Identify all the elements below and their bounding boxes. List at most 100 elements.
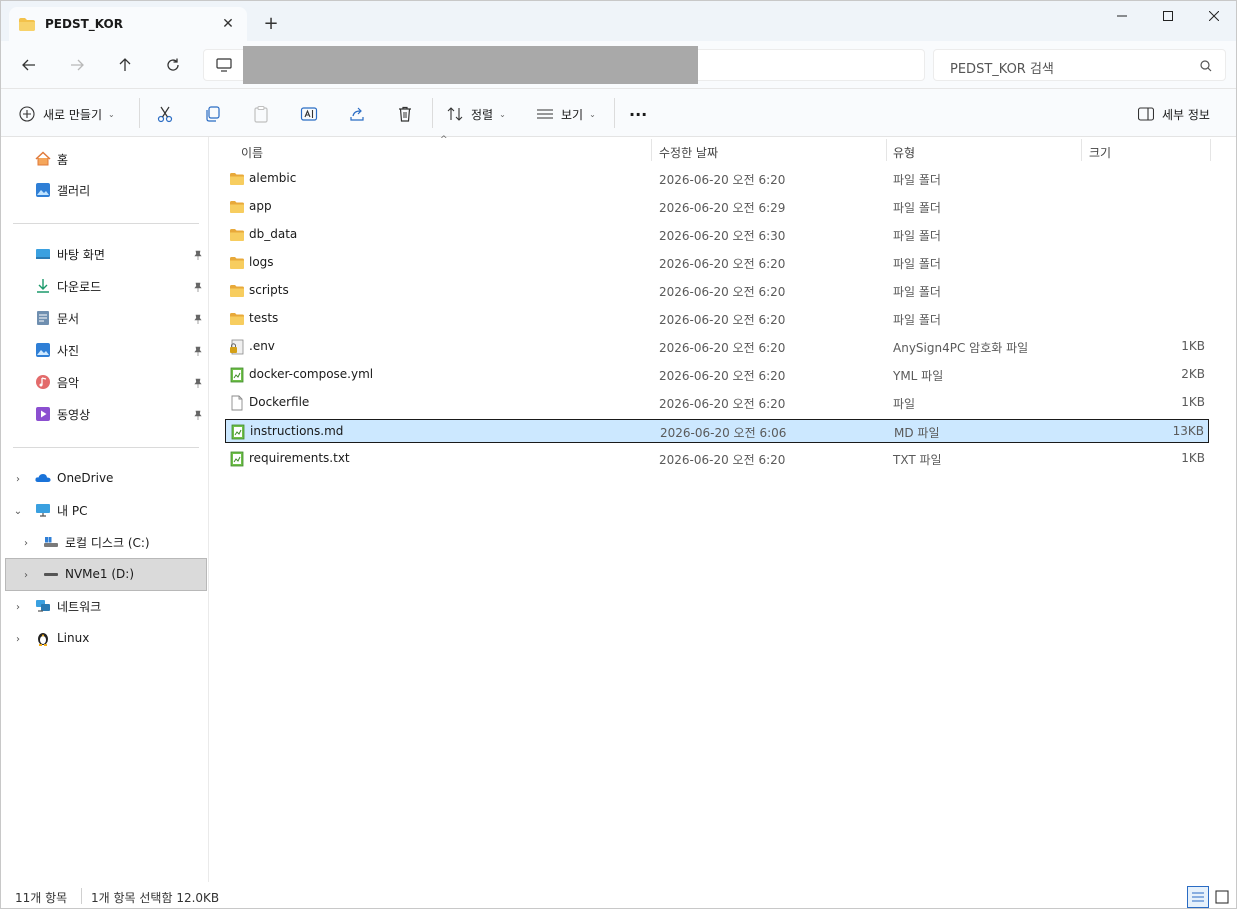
chevron-down-icon: ⌄: [589, 109, 596, 119]
view-button[interactable]: 보기 ⌄: [537, 101, 596, 127]
chevron-right-icon[interactable]: ›: [21, 538, 31, 549]
sidebar-item-network[interactable]: 네트워크: [35, 592, 101, 620]
column-header-type[interactable]: 유형: [893, 141, 915, 163]
chevron-right-icon[interactable]: ›: [21, 570, 31, 581]
chevron-right-icon[interactable]: ›: [13, 602, 23, 613]
file-name: logs: [249, 255, 274, 269]
sidebar-item-gallery[interactable]: 갤러리: [35, 176, 90, 204]
file-type: AnySign4PC 암호화 파일: [893, 341, 1029, 355]
pin-icon[interactable]: [193, 378, 203, 388]
sidebar-item-home[interactable]: 홈: [35, 145, 68, 173]
file-size: 2KB: [1181, 367, 1205, 381]
download-icon: [35, 278, 51, 294]
redacted-path: [243, 46, 698, 84]
chevron-down-icon[interactable]: ⌄: [13, 506, 23, 517]
sidebar-item-onedrive[interactable]: OneDrive: [35, 464, 113, 492]
tiles-view-button[interactable]: [1211, 886, 1233, 908]
pin-icon[interactable]: [193, 282, 203, 292]
file-row[interactable]: app 2026-06-20 오전 6:29 파일 폴더: [225, 195, 1209, 219]
file-date: 2026-06-20 오전 6:29: [659, 201, 786, 215]
sidebar-item-pictures[interactable]: 사진: [35, 336, 79, 364]
lock-file-icon: [229, 339, 245, 355]
address-field[interactable]: [203, 46, 925, 84]
status-bar: 11개 항목 1개 항목 선택함 12.0KB: [1, 882, 1236, 908]
refresh-button[interactable]: [157, 51, 189, 79]
file-row[interactable]: requirements.txt 2026-06-20 오전 6:20 TXT 파일…: [225, 447, 1209, 471]
file-name: alembic: [249, 171, 297, 185]
new-button[interactable]: 새로 만들기 ⌄: [19, 101, 115, 127]
copy-button[interactable]: [204, 101, 222, 127]
tab-title: PEDST_KOR: [45, 17, 123, 31]
sidebar-item-linux[interactable]: Linux: [35, 624, 89, 652]
chevron-right-icon[interactable]: ›: [13, 634, 23, 645]
file-date: 2026-06-20 오전 6:20: [659, 173, 786, 187]
close-button[interactable]: [1191, 1, 1237, 31]
column-divider[interactable]: [1210, 139, 1211, 161]
monitor-icon: [216, 58, 232, 72]
file-size: 13KB: [1172, 424, 1204, 438]
rename-button[interactable]: [300, 101, 318, 127]
maximize-button[interactable]: [1145, 1, 1191, 31]
file-date: 2026-06-20 오전 6:20: [659, 341, 786, 355]
file-row[interactable]: Dockerfile 2026-06-20 오전 6:20 파일 1KB: [225, 391, 1209, 415]
folder-icon: [229, 227, 245, 243]
pin-icon[interactable]: [193, 346, 203, 356]
file-name: requirements.txt: [249, 451, 350, 465]
column-header-name[interactable]: 이름: [241, 141, 263, 163]
details-pane-icon: [1138, 107, 1154, 121]
sidebar-divider: [13, 223, 199, 224]
column-divider[interactable]: [886, 139, 887, 161]
pin-icon[interactable]: [193, 314, 203, 324]
file-row[interactable]: alembic 2026-06-20 오전 6:20 파일 폴더: [225, 167, 1209, 191]
pin-icon[interactable]: [193, 410, 203, 420]
sidebar-item-downloads[interactable]: 다운로드: [35, 272, 101, 300]
arrow-up-icon: [119, 58, 131, 71]
file-row[interactable]: logs 2026-06-20 오전 6:20 파일 폴더: [225, 251, 1209, 275]
cut-button[interactable]: [156, 101, 174, 127]
pin-icon[interactable]: [193, 250, 203, 260]
sort-label: 정렬: [471, 107, 494, 122]
file-row[interactable]: .env 2026-06-20 오전 6:20 AnySign4PC 암호화 파일 1…: [225, 335, 1209, 359]
sidebar-item-music[interactable]: 음악: [35, 368, 79, 396]
file-name: app: [249, 199, 272, 213]
file-row[interactable]: docker-compose.yml 2026-06-20 오전 6:20 YML …: [225, 363, 1209, 387]
delete-button[interactable]: [396, 101, 414, 127]
search-input[interactable]: PEDST_KOR 검색: [933, 49, 1226, 81]
share-button[interactable]: [348, 101, 366, 127]
paste-button[interactable]: [252, 101, 270, 127]
sidebar-item-videos[interactable]: 동영상: [35, 400, 90, 428]
sidebar-item-desktop[interactable]: 바탕 화면: [35, 240, 105, 268]
tiles-view-icon: [1215, 890, 1229, 904]
file-row[interactable]: db_data 2026-06-20 오전 6:30 파일 폴더: [225, 223, 1209, 247]
file-name: instructions.md: [250, 424, 344, 438]
column-divider[interactable]: [651, 139, 652, 161]
details-view-button[interactable]: [1187, 886, 1209, 908]
sidebar-item-drive-c[interactable]: 로컬 디스크 (C:): [43, 528, 150, 556]
chevron-right-icon[interactable]: ›: [13, 474, 23, 485]
new-tab-button[interactable]: +: [259, 11, 283, 35]
sidebar-item-documents[interactable]: 문서: [35, 304, 79, 332]
column-divider[interactable]: [1081, 139, 1082, 161]
file-type: 파일 폴더: [893, 173, 941, 187]
sort-button[interactable]: 정렬 ⌄: [447, 101, 506, 127]
more-options-button[interactable]: ···: [629, 101, 647, 127]
sidebar-item-this-pc[interactable]: 내 PC: [35, 496, 87, 524]
details-pane-button[interactable]: 세부 정보: [1138, 101, 1210, 127]
separator: [432, 98, 433, 128]
file-row[interactable]: scripts 2026-06-20 오전 6:20 파일 폴더: [225, 279, 1209, 303]
minimize-button[interactable]: [1099, 1, 1145, 31]
column-header-size[interactable]: 크기: [1089, 141, 1111, 163]
forward-button[interactable]: [61, 51, 93, 79]
column-header-date[interactable]: 수정한 날짜: [659, 141, 718, 163]
tab-pedst-kor[interactable]: PEDST_KOR ✕: [9, 7, 247, 41]
arrow-right-icon: [71, 59, 84, 71]
back-button[interactable]: [13, 51, 45, 79]
text-file-icon: [230, 424, 246, 440]
up-button[interactable]: [109, 51, 141, 79]
file-name: .env: [249, 339, 275, 353]
tab-close-icon[interactable]: ✕: [219, 15, 237, 33]
sidebar-item-label: 문서: [57, 311, 80, 326]
file-row[interactable]: tests 2026-06-20 오전 6:20 파일 폴더: [225, 307, 1209, 331]
sidebar-item-drive-d[interactable]: NVMe1 (D:): [43, 560, 134, 588]
file-row[interactable]: instructions.md 2026-06-20 오전 6:06 MD 파일 13…: [225, 419, 1209, 443]
